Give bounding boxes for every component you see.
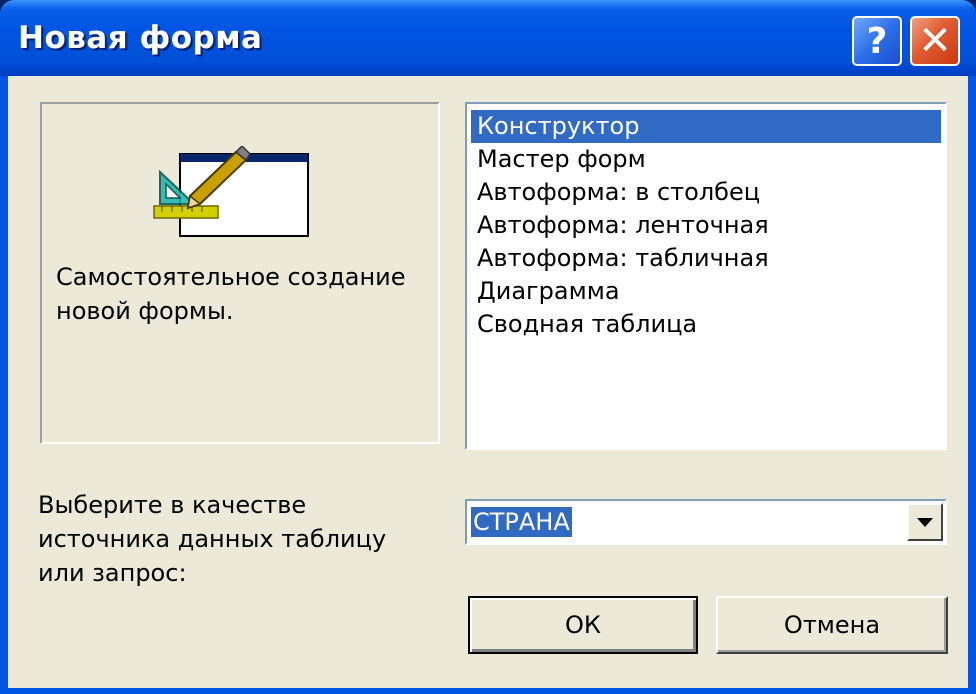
window-title: Новая форма <box>18 20 263 56</box>
list-item-form-wizard[interactable]: Мастер форм <box>471 143 941 176</box>
preview-panel: Самостоятельное создание новой формы. <box>40 102 440 444</box>
data-source-combobox[interactable]: СТРАНА <box>465 499 947 545</box>
new-form-dialog: Новая форма ? ✕ Самостоятельное создание… <box>0 0 976 694</box>
list-item-pivot-table[interactable]: Сводная таблица <box>471 308 941 341</box>
cancel-button-label: Отмена <box>783 611 881 639</box>
help-icon: ? <box>866 20 888 62</box>
cancel-button[interactable]: Отмена <box>716 596 948 654</box>
dropdown-button[interactable] <box>907 503 943 541</box>
ok-button-label: ОК <box>565 611 601 639</box>
list-item-autoform-columnar[interactable]: Автоформа: в столбец <box>471 176 941 209</box>
close-button[interactable]: ✕ <box>910 16 960 66</box>
data-source-value[interactable]: СТРАНА <box>471 507 572 537</box>
close-icon: ✕ <box>918 18 952 64</box>
list-item-designer[interactable]: Конструктор <box>471 110 941 143</box>
data-source-label: Выберите в качестве источника данных таб… <box>38 491 387 587</box>
title-bar[interactable]: Новая форма ? ✕ <box>0 0 976 76</box>
list-item-autoform-datasheet[interactable]: Автоформа: табличная <box>471 242 941 275</box>
preview-description: Самостоятельное создание новой формы. <box>56 263 406 325</box>
chevron-down-icon <box>917 517 933 527</box>
ok-button[interactable]: ОК <box>468 596 698 654</box>
list-item-chart[interactable]: Диаграмма <box>471 275 941 308</box>
help-button[interactable]: ? <box>852 16 902 66</box>
dialog-body: Самостоятельное создание новой формы. Ко… <box>8 76 968 688</box>
form-type-list[interactable]: Конструктор Мастер форм Автоформа: в сто… <box>465 102 947 450</box>
list-item-autoform-tabular[interactable]: Автоформа: ленточная <box>471 209 941 242</box>
form-design-icon <box>153 146 309 237</box>
